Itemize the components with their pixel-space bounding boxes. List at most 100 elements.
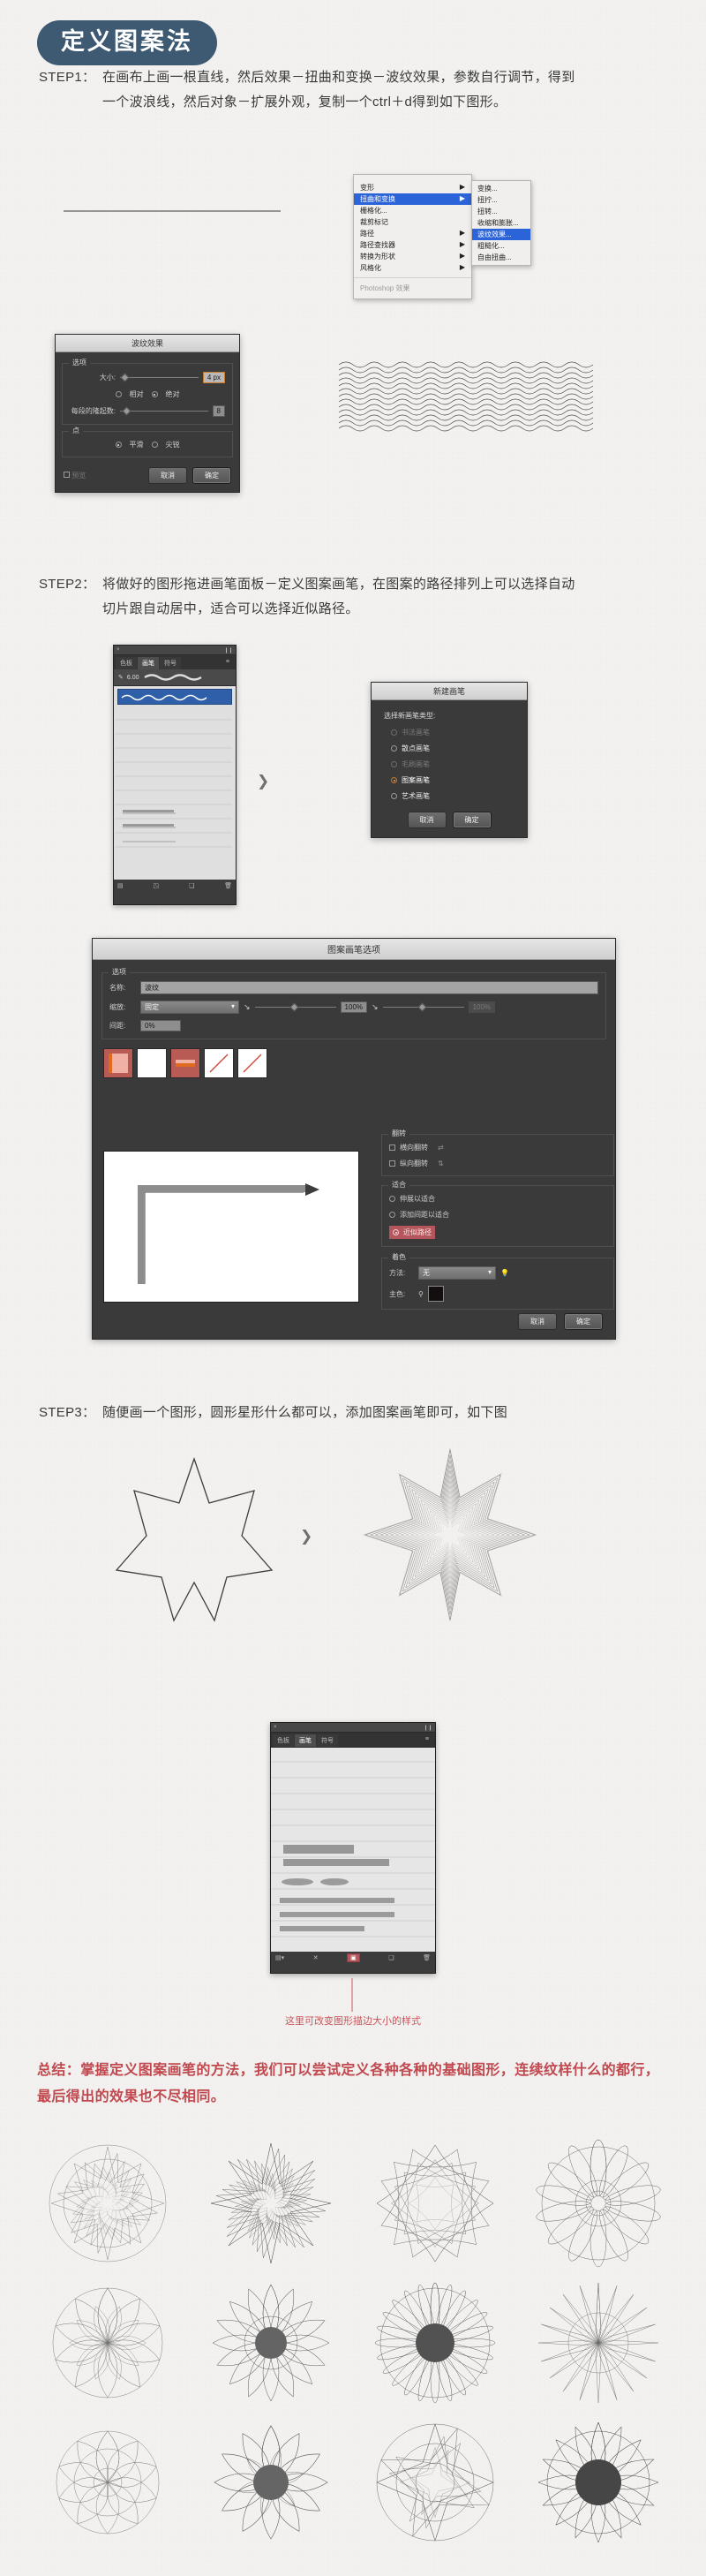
point-type-row[interactable]: 平滑 尖锐 bbox=[70, 440, 225, 449]
collapse-icon[interactable]: ❙❙ bbox=[424, 1725, 432, 1731]
brush-list[interactable] bbox=[271, 1747, 435, 1952]
tile-outer-button[interactable] bbox=[137, 1048, 167, 1078]
cancel-button[interactable]: 取消 bbox=[518, 1313, 557, 1330]
new-brush-dialog[interactable]: 新建画笔 选择新画笔类型: 书法画笔 散点画笔 毛刷画笔 图案画笔 艺术画笔 取… bbox=[371, 682, 528, 838]
key-color-swatch[interactable] bbox=[427, 1286, 444, 1302]
brush-type-option-1[interactable]: 散点画笔 bbox=[391, 744, 514, 753]
radio-approximate-path[interactable] bbox=[393, 1229, 399, 1235]
effect-menu-item-1[interactable]: 扭曲和变换 ▶ bbox=[354, 193, 471, 205]
effect-menu-item-5[interactable]: 路径查找器 ▶ bbox=[354, 239, 471, 251]
delete-icon[interactable]: 🗑 bbox=[224, 882, 232, 889]
close-icon[interactable]: × bbox=[116, 647, 120, 653]
pattern-brush-options-dialog[interactable]: 图案画笔选项 选项 名称: 波纹 缩放: 固定 ▾ ↘ 100% ↘ 100% … bbox=[92, 938, 616, 1340]
name-row[interactable]: 名称: 波纹 bbox=[109, 981, 598, 994]
radio-pattern[interactable] bbox=[391, 777, 397, 783]
library-icon[interactable]: ▤▾ bbox=[275, 1954, 284, 1961]
ridges-slider[interactable] bbox=[120, 406, 208, 416]
dialog-buttons[interactable]: 取消 确定 bbox=[518, 1313, 603, 1330]
name-input[interactable]: 波纹 bbox=[140, 981, 598, 994]
effect-menu-item-2[interactable]: 栅格化... bbox=[354, 205, 471, 216]
ridges-row[interactable]: 每段的隆起数: 8 bbox=[70, 405, 225, 417]
submenu-item-1[interactable]: 扭拧... bbox=[472, 194, 530, 206]
scale-slider-1[interactable] bbox=[254, 1002, 336, 1012]
distort-submenu[interactable]: 变换... 扭拧... 扭转... 收缩和膨胀... 波纹效果... 粗糙化..… bbox=[471, 180, 531, 266]
scale-mode-select[interactable]: 固定 ▾ bbox=[140, 1001, 239, 1014]
options-icon[interactable]: ◳ bbox=[153, 882, 159, 889]
effect-menu-list[interactable]: 变形 ▶ 扭曲和变换 ▶ 栅格化... 裁剪标记 路径 ▶ 路径查找器 ▶ 转换… bbox=[353, 174, 472, 299]
flip-h-checkbox[interactable] bbox=[389, 1144, 395, 1151]
radio-add-space-to-fit[interactable] bbox=[389, 1212, 395, 1218]
brush-options-icon[interactable]: ▣ bbox=[347, 1953, 360, 1962]
ridges-input[interactable]: 8 bbox=[212, 405, 225, 417]
eyedropper-icon[interactable]: ⚲ bbox=[418, 1290, 424, 1298]
radio-stretch-to-fit[interactable] bbox=[389, 1196, 395, 1202]
tile-buttons-row[interactable] bbox=[93, 1045, 615, 1078]
close-icon[interactable]: × bbox=[274, 1725, 277, 1730]
submenu-item-2[interactable]: 扭转... bbox=[472, 206, 530, 217]
preview-checkbox-wrap[interactable]: 预览 bbox=[64, 471, 86, 480]
flip-v-checkbox[interactable] bbox=[389, 1160, 395, 1167]
radio-scatter[interactable] bbox=[391, 745, 397, 752]
effect-menu-item-4[interactable]: 路径 ▶ bbox=[354, 228, 471, 239]
stroke-brush-palette[interactable]: × ❙❙ 色板 画笔 符号 ≡ ▤▾ ✕ ▣ ❑ 🗑 bbox=[270, 1722, 436, 1974]
submenu-item-5[interactable]: 粗糙化... bbox=[472, 240, 530, 252]
ok-button[interactable]: 确定 bbox=[564, 1313, 603, 1330]
palette-tabs[interactable]: 色板 画笔 符号 ≡ bbox=[114, 655, 236, 669]
ok-button[interactable]: 确定 bbox=[452, 812, 492, 828]
effect-menu-item-6[interactable]: 转换为形状 ▶ bbox=[354, 251, 471, 262]
cancel-button[interactable]: 取消 bbox=[407, 812, 447, 828]
brush-type-option-3[interactable]: 图案画笔 bbox=[391, 775, 514, 785]
tab-brushes[interactable]: 画笔 bbox=[295, 1734, 316, 1747]
palette-footer[interactable]: ▤▾ ✕ ▣ ❑ 🗑 bbox=[271, 1952, 435, 1964]
absolute-radio[interactable] bbox=[151, 391, 158, 397]
tile-inner-button[interactable] bbox=[170, 1048, 200, 1078]
brush-item-selected[interactable] bbox=[117, 689, 232, 705]
scale-row[interactable]: 缩放: 固定 ▾ ↘ 100% ↘ 100% bbox=[109, 1001, 598, 1014]
key-color-row[interactable]: 主色: ⚲ bbox=[389, 1286, 606, 1302]
submenu-item-0[interactable]: 变换... bbox=[472, 183, 530, 194]
size-slider[interactable] bbox=[120, 373, 199, 382]
relative-absolute-row[interactable]: 相对 绝对 bbox=[70, 389, 225, 399]
effect-menu[interactable]: 变形 ▶ 扭曲和变换 ▶ 栅格化... 裁剪标记 路径 ▶ 路径查找器 ▶ 转换… bbox=[353, 174, 531, 299]
size-row[interactable]: 大小: 4 px bbox=[70, 372, 225, 383]
effect-menu-item-0[interactable]: 变形 ▶ bbox=[354, 182, 471, 193]
cancel-button[interactable]: 取消 bbox=[148, 467, 187, 484]
tab-swatches[interactable]: 色板 bbox=[273, 1734, 294, 1747]
effect-menu-item-7[interactable]: 风格化 ▶ bbox=[354, 262, 471, 274]
fit-option-2[interactable]: 近似路径 bbox=[389, 1226, 435, 1239]
tab-symbols[interactable]: 符号 bbox=[160, 657, 181, 669]
brush-type-option-4[interactable]: 艺术画笔 bbox=[391, 791, 514, 801]
panel-menu-icon[interactable]: ≡ bbox=[421, 1734, 433, 1747]
fit-option-1[interactable]: 添加间距以适合 bbox=[389, 1210, 606, 1220]
tab-brushes[interactable]: 画笔 bbox=[138, 657, 159, 669]
corner-radio[interactable] bbox=[151, 442, 158, 448]
tab-swatches[interactable]: 色板 bbox=[116, 657, 137, 669]
collapse-icon[interactable]: ❙❙ bbox=[224, 647, 233, 653]
effect-menu-item-3[interactable]: 裁剪标记 bbox=[354, 216, 471, 228]
spacing-input[interactable]: 0% bbox=[140, 1020, 181, 1031]
tile-end-button[interactable] bbox=[237, 1048, 267, 1078]
tile-side-button[interactable] bbox=[103, 1048, 133, 1078]
flip-h-row[interactable]: 横向翻转 ⇄ bbox=[389, 1143, 606, 1152]
spacing-row[interactable]: 间距: 0% bbox=[109, 1020, 598, 1031]
method-select[interactable]: 无 ▾ bbox=[418, 1266, 496, 1280]
tips-icon[interactable]: 💡 bbox=[500, 1269, 509, 1277]
palette-titlebar[interactable]: × ❙❙ bbox=[271, 1723, 435, 1733]
submenu-item-3[interactable]: 收缩和膨胀... bbox=[472, 217, 530, 229]
size-input[interactable]: 4 px bbox=[202, 372, 225, 383]
delete-icon[interactable]: 🗑 bbox=[423, 1954, 431, 1961]
smooth-radio[interactable] bbox=[115, 442, 122, 448]
remove-brush-icon[interactable]: ✕ bbox=[313, 1954, 319, 1961]
ok-button[interactable]: 确定 bbox=[192, 467, 231, 484]
submenu-item-4[interactable]: 波纹效果... bbox=[472, 229, 530, 240]
brush-list[interactable] bbox=[114, 685, 236, 880]
tile-start-button[interactable] bbox=[204, 1048, 234, 1078]
scale-input-1[interactable]: 100% bbox=[340, 1001, 368, 1013]
flip-v-row[interactable]: 纵向翻转 ⇅ bbox=[389, 1159, 606, 1168]
brush-palette[interactable]: × ❙❙ 色板 画笔 符号 ≡ ✎ 6.00 ▤ ◳ ❑ 🗑 bbox=[113, 645, 237, 905]
relative-radio[interactable] bbox=[115, 391, 122, 397]
new-brush-icon[interactable]: ❑ bbox=[189, 882, 194, 889]
preview-checkbox[interactable] bbox=[64, 472, 70, 478]
zigzag-effect-dialog[interactable]: 波纹效果 选项 大小: 4 px 相对 绝对 每段的隆起数: 8 点 平滑 尖锐 bbox=[55, 334, 240, 493]
fit-option-0[interactable]: 伸展以适合 bbox=[389, 1194, 606, 1204]
